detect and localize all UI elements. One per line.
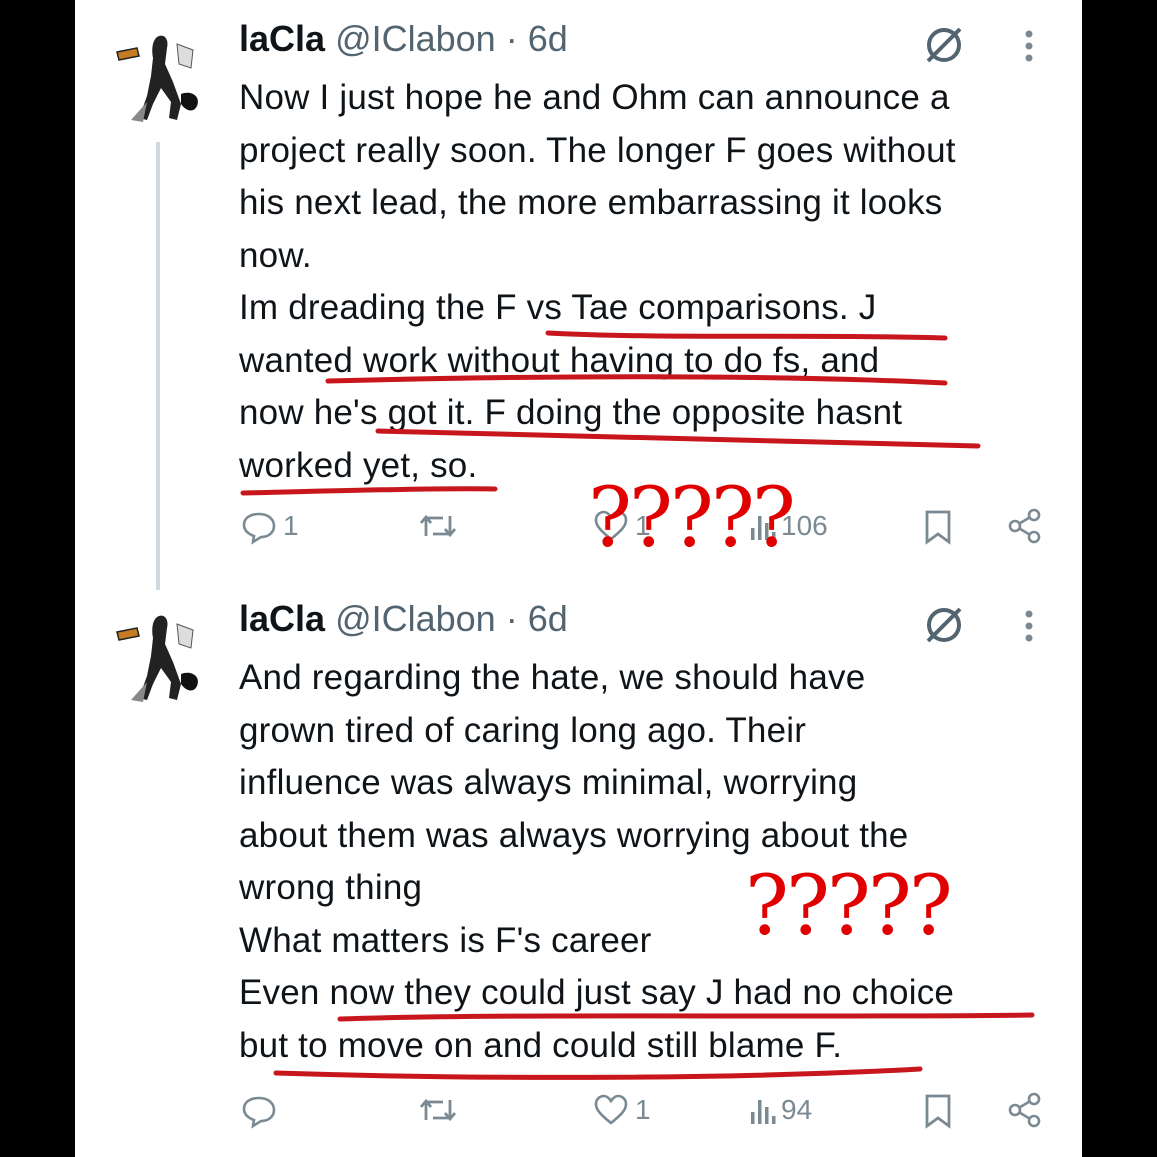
share-icon — [1008, 1092, 1041, 1128]
bookmark-icon — [925, 1094, 951, 1129]
handle[interactable]: @IClabon — [335, 598, 496, 639]
share-icon — [1008, 508, 1041, 544]
text-line: And regarding the hate, we should have — [239, 658, 866, 697]
text-line: but to move on and could still blame F. — [239, 1025, 843, 1065]
more-vertical-icon[interactable] — [1023, 608, 1035, 649]
display-name[interactable]: laCla — [239, 598, 325, 639]
text-line: wanted work without having to do fs, and — [239, 340, 880, 380]
timestamp[interactable]: 6d — [528, 18, 568, 59]
tweet-text: Now I just hope he and Ohm can announce … — [239, 72, 1059, 492]
reply-button[interactable]: 1 — [239, 506, 299, 546]
avatar[interactable] — [107, 604, 211, 708]
text-line: Now I just hope he and Ohm can announce … — [239, 78, 950, 117]
view-count: 94 — [781, 1094, 813, 1125]
separator: · — [505, 18, 518, 59]
text-line: grown tired of caring long ago. Their — [239, 710, 807, 750]
question-marks-annotation: ????? — [745, 859, 953, 954]
text-line: about them was always worrying about the — [239, 815, 909, 855]
like-count: 1 — [635, 1094, 651, 1125]
like-icon — [594, 1094, 628, 1125]
avatar[interactable] — [107, 24, 211, 128]
tweet-1[interactable]: laCla @IClabon · 6d Now I just hope he a… — [75, 0, 1082, 590]
like-button[interactable]: 1 — [591, 1090, 651, 1130]
reply-icon — [242, 1096, 276, 1129]
reply-button[interactable] — [239, 1090, 283, 1130]
text-line: Even now they could just say J had no ch… — [239, 973, 955, 1012]
repost-icon — [419, 1098, 457, 1122]
text-line: Im dreading the F vs Tae comparisons. J — [239, 288, 877, 327]
action-bar: 1 94 — [239, 1090, 1059, 1140]
reply-count: 1 — [283, 510, 299, 541]
separator: · — [505, 598, 518, 639]
bookmark-icon — [925, 510, 951, 545]
grok-icon[interactable] — [923, 604, 965, 651]
repost-icon — [419, 514, 457, 538]
views-icon — [751, 1100, 776, 1124]
reply-icon — [242, 512, 276, 545]
grok-icon[interactable] — [923, 24, 965, 71]
share-button[interactable] — [1005, 506, 1045, 546]
share-button[interactable] — [1005, 1090, 1045, 1130]
text-line: influence was always minimal, worrying — [239, 763, 858, 802]
thread-card: laCla @IClabon · 6d Now I just hope he a… — [75, 0, 1082, 1157]
more-vertical-icon[interactable] — [1023, 28, 1035, 69]
repost-button[interactable] — [417, 1090, 459, 1130]
views-button[interactable]: 94 — [749, 1090, 812, 1130]
text-line: his next lead, the more embarrassing it … — [239, 183, 943, 222]
text-line: now he's got it. F doing the opposite ha… — [239, 393, 903, 432]
timestamp[interactable]: 6d — [528, 598, 568, 639]
question-marks-annotation: ????? — [588, 471, 796, 566]
tweet-header: laCla @IClabon · 6d — [239, 18, 568, 60]
tweet-header: laCla @IClabon · 6d — [239, 598, 568, 640]
bookmark-button[interactable] — [921, 1090, 955, 1130]
bookmark-button[interactable] — [921, 506, 955, 546]
text-line: now. — [239, 235, 312, 275]
display-name[interactable]: laCla — [239, 18, 325, 59]
text-line: project really soon. The longer F goes w… — [239, 130, 956, 170]
repost-button[interactable] — [417, 506, 459, 546]
handle[interactable]: @IClabon — [335, 18, 496, 59]
